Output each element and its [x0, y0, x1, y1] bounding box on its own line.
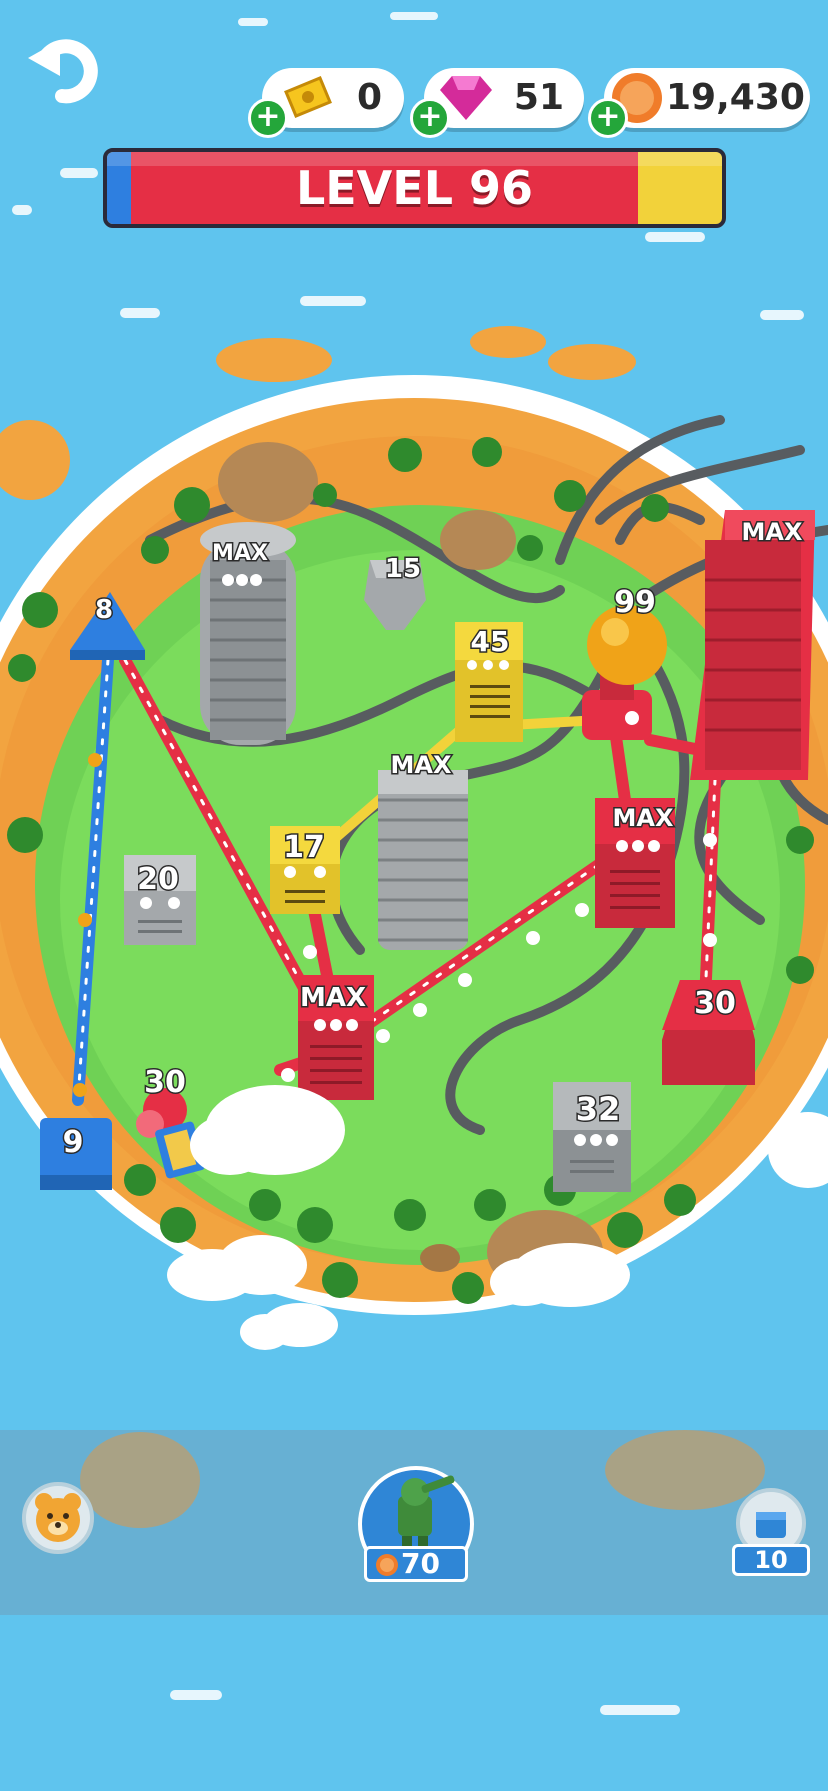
label-blue-tri-8: 8: [95, 595, 113, 625]
bear-button[interactable]: [22, 1482, 94, 1554]
undo-arrow-icon: [28, 39, 98, 104]
coins-counter: 19,430: [604, 68, 810, 128]
label-gray-tower-max: MAX: [212, 541, 268, 566]
shield-box-count: 10: [732, 1544, 810, 1576]
level-progress-bar: LEVEL 96: [103, 148, 726, 228]
label-blue-base-9: 9: [63, 1125, 84, 1160]
coins-value: 19,430: [666, 77, 805, 118]
label-gray-mid-max: MAX: [391, 751, 452, 779]
label-red-30-right: 30: [694, 986, 736, 1021]
ticket-icon: [284, 76, 332, 118]
gems-value: 51: [513, 77, 564, 118]
label-yellow-17: 17: [283, 830, 325, 865]
coin-icon: [376, 1554, 398, 1576]
add-coins-button[interactable]: +: [588, 98, 628, 138]
label-red-tower-max: MAX: [742, 518, 803, 546]
building-red-tower-max[interactable]: [690, 510, 815, 780]
bear-icon: [35, 1493, 81, 1542]
label-red-mid-max: MAX: [613, 804, 674, 832]
label-yellow-45: 45: [471, 625, 510, 658]
unit-price-value: 70: [401, 1547, 440, 1580]
add-gems-button[interactable]: +: [410, 98, 450, 138]
label-red-unit-30: 30: [144, 1065, 186, 1100]
tickets-value: 0: [356, 77, 382, 118]
label-red-base-max: MAX: [300, 983, 366, 1013]
level-title: LEVEL 96: [295, 161, 534, 215]
label-gray-small-15: 15: [385, 554, 421, 584]
unit-price-tag: 70: [364, 1546, 468, 1582]
label-orange-ball-99: 99: [614, 585, 656, 620]
label-gray-32: 32: [576, 1090, 621, 1128]
label-gray-20: 20: [137, 862, 179, 897]
shield-box-count-value: 10: [754, 1546, 788, 1574]
building-gray-mid-max[interactable]: [378, 770, 468, 950]
add-tickets-button[interactable]: +: [248, 98, 288, 138]
back-button[interactable]: [24, 36, 104, 106]
